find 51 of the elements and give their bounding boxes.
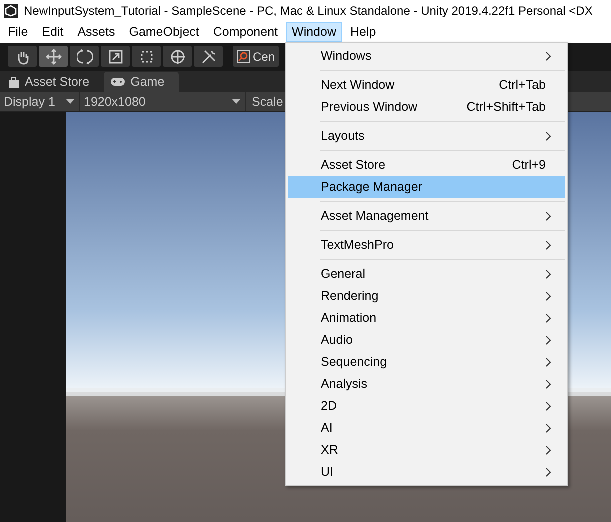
rect-tool-icon [138,48,154,65]
menu-item[interactable]: Assets [72,22,122,42]
menu-entry[interactable]: Asset Management [288,205,565,227]
menu-item[interactable]: Edit [36,22,70,42]
gamepad-icon [110,77,126,88]
menu-entry[interactable]: Next Window Ctrl+Tab [288,74,565,96]
tools-icon [200,48,216,65]
menu-entry[interactable]: AI [288,417,565,439]
scale-icon [108,48,124,65]
window-title: NewInputSystem_Tutorial - SampleScene - PC, Mac & Linux Standalone - Unity 2019.4.22f1 Personal <DX [24,4,593,18]
menu-entry[interactable]: Animation [288,307,565,329]
menu-entry[interactable]: General [288,263,565,285]
transform-icon [170,48,186,65]
menu-entry[interactable]: TextMeshPro [288,234,565,256]
menu-entry[interactable]: Asset Store Ctrl+9 [288,154,565,176]
caret-icon [232,99,241,104]
tool-button[interactable] [101,46,130,68]
tool-button[interactable] [132,46,161,68]
move-icon [46,48,62,65]
tool-button[interactable] [39,46,68,68]
menu-entry[interactable]: Rendering [288,285,565,307]
menu-entry[interactable]: Windows [288,45,565,67]
scale-label: Scale [251,94,284,111]
menu-item[interactable]: Window [286,22,342,42]
tab[interactable]: Asset Store [2,72,104,92]
tab[interactable]: Game [104,72,179,92]
display-dropdown[interactable]: Display 1 [0,92,80,111]
rotate-icon [76,48,92,65]
caret-icon [66,99,75,104]
bag-icon [8,76,20,88]
menu-entry[interactable]: Audio [288,329,565,351]
menu-item[interactable]: Component [207,22,284,42]
menu-entry[interactable]: UI [288,461,565,483]
tool-button[interactable] [8,46,37,68]
menu-entry[interactable]: Analysis [288,373,565,395]
pivot-icon [237,50,250,64]
pivot-button[interactable]: Cen [233,46,280,68]
menu-entry[interactable]: Sequencing [288,351,565,373]
resolution-dropdown[interactable]: 1920x1080 [80,92,246,111]
menu-item[interactable]: File [2,22,34,42]
menu-item[interactable]: Help [344,22,382,42]
menu-entry[interactable]: Previous Window Ctrl+Shift+Tab [288,96,565,118]
menu-entry[interactable]: 2D [288,395,565,417]
tool-button[interactable] [194,46,223,68]
tool-button[interactable] [163,46,192,68]
tool-button[interactable] [70,46,99,68]
menu-entry[interactable]: XR [288,439,565,461]
app-logo-icon [4,4,18,18]
menu-item[interactable]: GameObject [123,22,206,42]
menu-entry[interactable]: Layouts [288,125,565,147]
menu-entry[interactable]: Package Manager [288,176,565,198]
